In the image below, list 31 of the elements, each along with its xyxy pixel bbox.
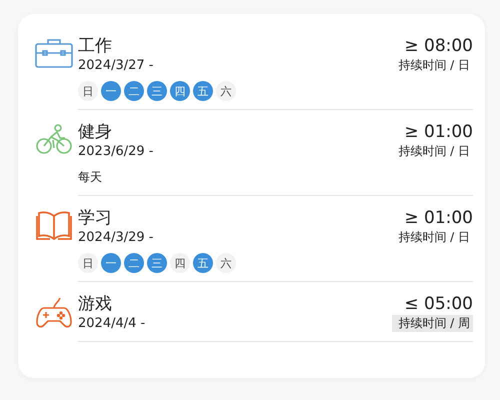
repeat-label: 每天 [78,169,103,186]
habit-name: 游戏 [78,293,113,315]
weekday-chip: 三 [147,81,167,101]
weekday-chip: 六 [216,81,236,101]
weekday-chip: 一 [101,81,121,101]
weekday-chip: 四 [170,81,190,101]
weekday-chip: 二 [124,253,144,273]
start-date: 2023/6/29 - [78,143,154,160]
goal-time: ≥ 01:00 [404,207,473,229]
weekday-chip: 日 [78,253,98,273]
period-label: 持续时间 / 日 [397,143,471,160]
start-date: 2024/4/4 - [78,315,146,332]
start-date: 2024/3/27 - [78,57,154,74]
weekday-chip: 六 [216,253,236,273]
goal-time: ≤ 05:00 [404,293,473,315]
period-label: 持续时间 / 周 [392,315,473,332]
weekday-chip: 三 [147,253,167,273]
weekday-chip: 五 [193,81,213,101]
weekday-chip: 四 [170,253,190,273]
weekday-chip: 一 [101,253,121,273]
habit-name: 工作 [78,35,113,57]
weekday-chip: 日 [78,81,98,101]
period-label: 持续时间 / 日 [397,57,471,74]
period-label: 持续时间 / 日 [397,229,471,246]
start-date: 2024/3/29 - [78,229,154,246]
goal-time: ≥ 01:00 [404,121,473,143]
weekday-chip: 五 [193,253,213,273]
weekday-chip: 二 [124,81,144,101]
habit-name: 健身 [78,121,113,143]
goal-time: ≥ 08:00 [404,35,473,57]
habit-name: 学习 [78,207,113,229]
